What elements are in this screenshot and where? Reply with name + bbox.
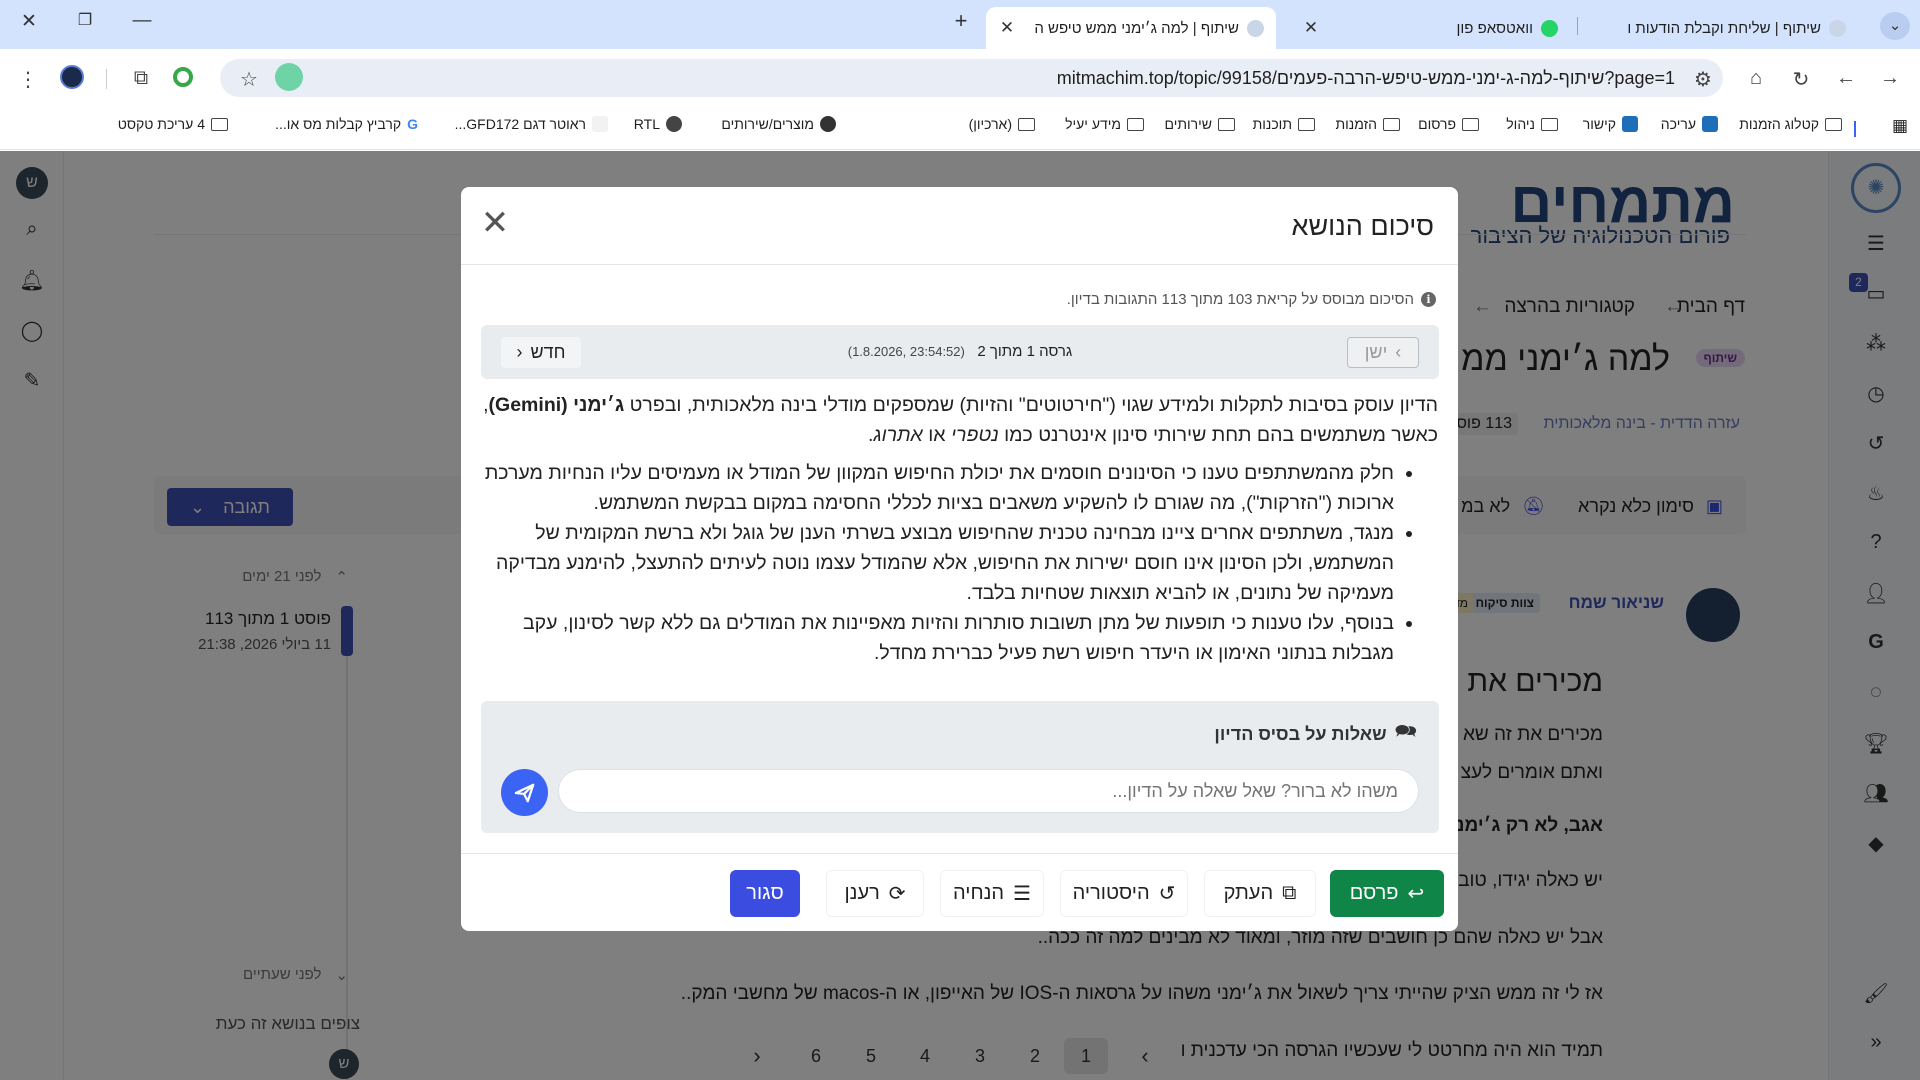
folder-icon bbox=[211, 117, 228, 131]
summary-bullet: חלק מהמשתתפים טענו כי הסינונים חוסמים את… bbox=[480, 458, 1394, 518]
bookmark-star-icon[interactable]: ☆ bbox=[236, 67, 262, 92]
question-input[interactable] bbox=[558, 769, 1419, 813]
history-button[interactable]: ↺ היסטוריה bbox=[1060, 870, 1188, 917]
qa-section: 🗪 שאלות על בסיס הדיון bbox=[481, 701, 1439, 833]
site-icon bbox=[1702, 116, 1718, 132]
close-window-icon[interactable]: ✕ bbox=[14, 10, 44, 33]
bookmark-item[interactable]: הזמנות bbox=[1336, 116, 1400, 132]
globe-icon bbox=[666, 116, 682, 132]
reload-icon[interactable]: ↻ bbox=[1788, 67, 1814, 92]
tab-whatsapp[interactable]: וואטסאפ פון ✕ bbox=[1290, 7, 1570, 49]
bookmark-item[interactable]: קישור bbox=[1583, 116, 1638, 132]
sliders-icon: ☰ bbox=[1013, 883, 1032, 905]
tab-active[interactable]: שיתוף | למה ג׳ימני ממש טיפש ה ✕ bbox=[986, 7, 1276, 49]
tab-title: וואטסאפ פון bbox=[1456, 19, 1533, 37]
browser-toolbar: ⋮ ⧉ ☆ mitmachim.top/topic/99158/שיתוף-למ… bbox=[0, 49, 1920, 108]
tab-search-icon[interactable]: ⌄ bbox=[1880, 12, 1910, 40]
toolbar-divider bbox=[106, 69, 107, 89]
home-icon[interactable]: ⌂ bbox=[1743, 67, 1769, 90]
restore-window-icon[interactable]: ❐ bbox=[70, 10, 100, 30]
bookmarks-bar: ▦ קטלוג הזמנות עריכה קישור ניהול פרסום ה… bbox=[0, 108, 1920, 150]
refresh-icon: ⟳ bbox=[888, 883, 906, 905]
folder-icon bbox=[1383, 117, 1400, 131]
refresh-button[interactable]: ⟳ רענן bbox=[826, 870, 924, 917]
info-icon: i bbox=[1421, 292, 1436, 307]
reply-arrow-icon: ↩ bbox=[1407, 883, 1425, 905]
folder-icon bbox=[1462, 117, 1479, 131]
bookmark-item[interactable]: ראוטר דגם GFD172... bbox=[455, 116, 608, 132]
site-favicon-icon bbox=[1247, 19, 1264, 37]
tab-title: שיתוף | שליחת וקבלת הודעות ו bbox=[1627, 19, 1821, 37]
history-icon: ↺ bbox=[1158, 883, 1176, 905]
folder-icon bbox=[1825, 117, 1842, 131]
new-tab-icon[interactable]: + bbox=[946, 8, 976, 34]
extensions-icon[interactable]: ⧉ bbox=[128, 67, 154, 90]
site-settings-icon[interactable]: ⚙ bbox=[1690, 67, 1716, 92]
publish-button[interactable]: ↩ פרסם bbox=[1330, 870, 1444, 917]
copy-icon: ⧉ bbox=[1282, 882, 1297, 904]
copy-button[interactable]: ⧉ העתק bbox=[1204, 870, 1316, 917]
bookmark-item[interactable]: 4 עריכת טקסט bbox=[118, 116, 228, 132]
summary-content: הדיון עוסק בסיבות לתקלות ולמידע שגוי ("ח… bbox=[480, 390, 1438, 668]
bookmark-item[interactable]: פרסום bbox=[1418, 116, 1479, 132]
modal-header: סיכום הנושא ✕ bbox=[461, 187, 1458, 265]
bookmark-divider bbox=[1854, 121, 1856, 137]
send-button[interactable] bbox=[501, 769, 548, 816]
instructions-button[interactable]: ☰ הנחיה bbox=[940, 870, 1044, 917]
topic-summary-modal: סיכום הנושא ✕ i הסיכום מבוסס על קריאת 10… bbox=[461, 187, 1458, 931]
tab-title: שיתוף | למה ג׳ימני ממש טיפש ה bbox=[1034, 19, 1239, 37]
bookmark-item[interactable]: ניהול bbox=[1506, 116, 1558, 132]
chat-bubbles-icon: 🗪 bbox=[1394, 721, 1417, 741]
browser-tab-bar: ✕ ❐ — + שיתוף | למה ג׳ימני ממש טיפש ה ✕ … bbox=[0, 0, 1920, 49]
modal-title: סיכום הנושא bbox=[1291, 211, 1434, 241]
site-icon bbox=[592, 116, 608, 132]
profile-avatar[interactable] bbox=[60, 65, 86, 89]
url-text[interactable]: mitmachim.top/topic/99158/שיתוף-למה-ג-ימ… bbox=[1057, 68, 1675, 89]
tab-separator bbox=[1577, 17, 1578, 35]
newer-version-button[interactable]: חדש ‹ bbox=[501, 337, 581, 368]
tab-messages[interactable]: שיתוף | שליחת וקבלת הודעות ו bbox=[1582, 7, 1858, 49]
site-favicon-icon bbox=[1829, 19, 1846, 37]
install-app-icon[interactable] bbox=[275, 63, 303, 91]
close-button[interactable]: סגור bbox=[730, 870, 800, 917]
bookmark-item[interactable]: (ארכיון) bbox=[969, 116, 1035, 132]
bookmark-item[interactable]: G קרביץ קבלות מס או... bbox=[275, 116, 418, 132]
bookmark-item[interactable]: תוכנות bbox=[1253, 116, 1315, 132]
bookmark-item[interactable]: קטלוג הזמנות bbox=[1739, 116, 1842, 132]
summary-info: i הסיכום מבוסס על קריאת 103 מתוך 113 התג… bbox=[1067, 291, 1436, 308]
folder-icon bbox=[1127, 117, 1144, 131]
bookmark-item[interactable]: RTL bbox=[634, 116, 682, 132]
qa-title: 🗪 שאלות על בסיס הדיון bbox=[1214, 719, 1417, 749]
close-tab-icon[interactable]: ✕ bbox=[1302, 18, 1320, 38]
modal-footer: ↩ פרסם ⧉ העתק ↺ היסטוריה ☰ הנחיה ⟳ רענן … bbox=[461, 853, 1458, 931]
close-icon[interactable]: ✕ bbox=[477, 206, 513, 240]
summary-intro: הדיון עוסק בסיבות לתקלות ולמידע שגוי ("ח… bbox=[483, 394, 1438, 446]
summary-bullet: בנוסף, עלו טענות כי תופעות של מתן תשובות… bbox=[480, 608, 1394, 668]
bookmark-item[interactable]: מוצרים/שירותים bbox=[721, 116, 836, 132]
forward-icon[interactable]: ← bbox=[1833, 67, 1859, 90]
whatsapp-icon bbox=[1541, 19, 1558, 37]
back-icon[interactable]: → bbox=[1877, 67, 1903, 90]
site-icon bbox=[1622, 116, 1638, 132]
bookmark-item[interactable]: עריכה bbox=[1661, 116, 1718, 132]
folder-icon bbox=[1298, 117, 1315, 131]
bookmark-item[interactable]: מידע יעיל bbox=[1065, 116, 1144, 132]
google-icon: G bbox=[407, 116, 418, 132]
apps-grid-icon[interactable]: ▦ bbox=[1892, 116, 1908, 136]
folder-icon bbox=[1218, 117, 1235, 131]
extension-recycle-icon[interactable] bbox=[173, 67, 199, 87]
version-navigator: › ישן גרסה 1 מתוך 2 (23:54:52 ,1.8.2026)… bbox=[481, 325, 1439, 379]
close-tab-icon[interactable]: ✕ bbox=[998, 18, 1016, 38]
summary-bullet: מנגד, משתתפים אחרים ציינו מבחינה טכנית ש… bbox=[480, 518, 1394, 608]
folder-icon bbox=[1541, 117, 1558, 131]
site-icon bbox=[820, 116, 836, 132]
bookmark-item[interactable]: שירותים bbox=[1165, 116, 1235, 132]
menu-dots-icon[interactable]: ⋮ bbox=[15, 67, 41, 92]
folder-icon bbox=[1018, 117, 1035, 131]
version-label: גרסה 1 מתוך 2 (23:54:52 ,1.8.2026) bbox=[847, 343, 1073, 360]
summary-bullets: חלק מהמשתתפים טענו כי הסינונים חוסמים את… bbox=[480, 458, 1438, 668]
chevron-left-icon: ‹ bbox=[516, 342, 523, 362]
paper-plane-icon bbox=[514, 783, 534, 802]
minimize-window-icon[interactable]: — bbox=[127, 10, 157, 32]
